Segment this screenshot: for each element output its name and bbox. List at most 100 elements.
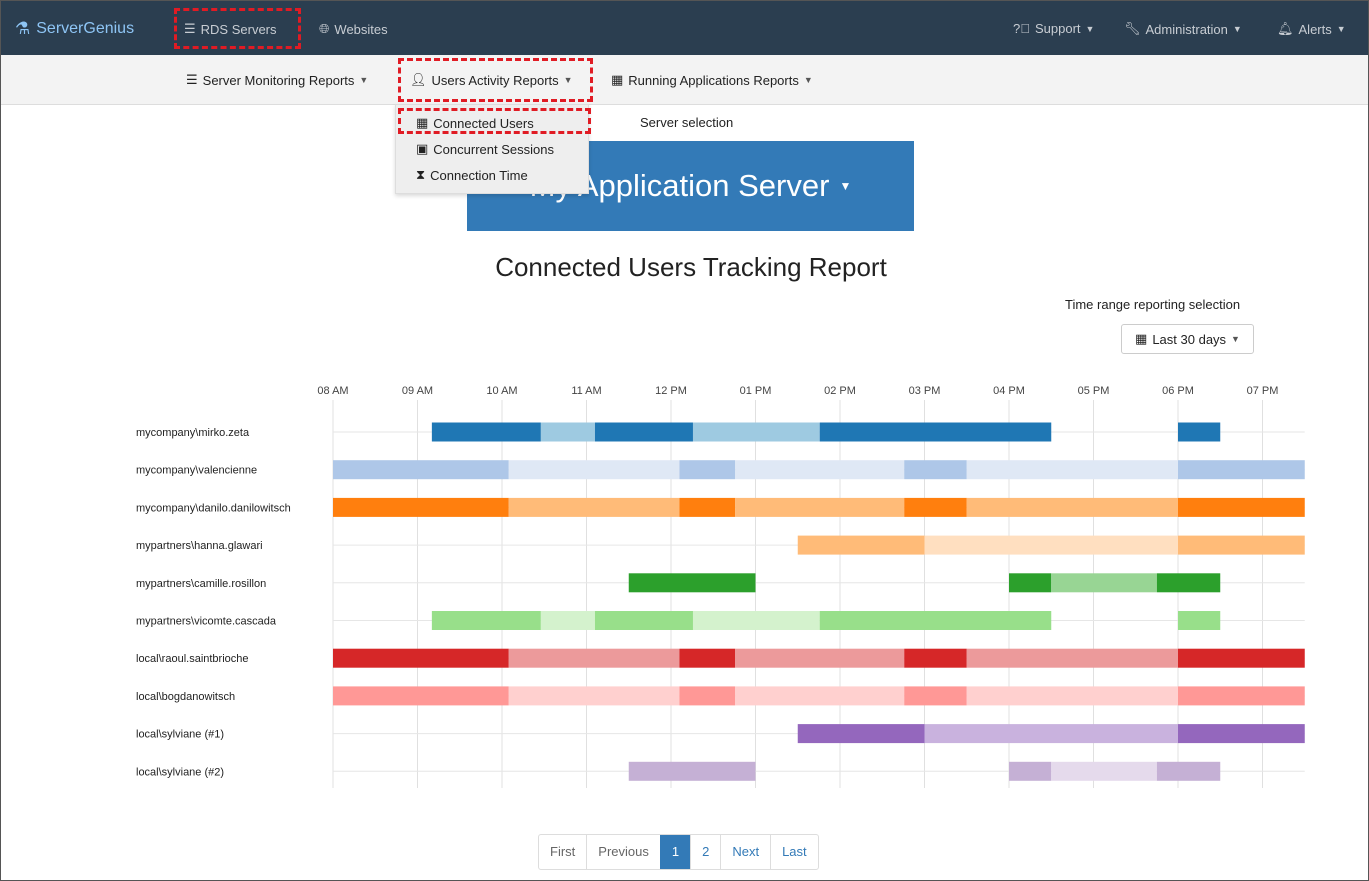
hour-tick-label: 11 AM xyxy=(571,385,601,397)
dropdown-item-label: Connection Time xyxy=(430,167,528,183)
highlight-connected-users xyxy=(398,108,591,134)
session-bar[interactable] xyxy=(594,422,693,442)
session-bar[interactable] xyxy=(679,686,736,706)
session-bar[interactable] xyxy=(1051,573,1157,593)
session-bar[interactable] xyxy=(1178,422,1221,442)
menu-running-applications-reports[interactable]: ▦ Running Applications Reports ▼ xyxy=(611,72,813,88)
session-bar[interactable] xyxy=(508,686,680,706)
hour-tick-label: 08 AM xyxy=(317,385,348,397)
highlight-rds-servers xyxy=(174,8,301,49)
session-bar[interactable] xyxy=(540,611,595,630)
session-bar[interactable] xyxy=(735,497,905,517)
page-1-button[interactable]: 1 xyxy=(659,835,691,869)
nav-support[interactable]: ?⃝ Support ▼ xyxy=(1013,21,1094,36)
session-bar[interactable] xyxy=(904,460,967,480)
user-label: mycompany\valencienne xyxy=(136,465,257,477)
caret-down-icon: ▼ xyxy=(1085,23,1095,34)
session-bar[interactable] xyxy=(1178,724,1305,744)
session-bar[interactable] xyxy=(333,460,509,480)
session-bar[interactable] xyxy=(679,648,736,668)
session-bar[interactable] xyxy=(966,686,1178,706)
brand[interactable]: ⚗ ServerGenius xyxy=(15,19,134,39)
server-selection-label: Server selection xyxy=(640,115,734,130)
session-bar[interactable] xyxy=(966,648,1178,668)
session-bar[interactable] xyxy=(508,497,680,517)
session-bar[interactable] xyxy=(508,648,680,668)
hourglass-icon: ⧗ xyxy=(416,167,426,182)
time-range-button[interactable]: ▦ Last 30 days ▼ xyxy=(1121,324,1254,354)
session-bar[interactable] xyxy=(904,648,967,668)
session-bar[interactable] xyxy=(1178,686,1305,706)
brand-label: ServerGenius xyxy=(36,20,135,37)
session-bar[interactable] xyxy=(904,686,967,706)
session-bar[interactable] xyxy=(628,573,756,593)
session-bar[interactable] xyxy=(1009,761,1052,781)
session-bar[interactable] xyxy=(333,648,509,668)
page-last-button[interactable]: Last xyxy=(770,835,818,869)
session-bar[interactable] xyxy=(692,611,820,630)
caret-down-icon: ▼ xyxy=(1336,24,1346,34)
session-bar[interactable] xyxy=(628,761,756,781)
caret-down-icon: ▼ xyxy=(1232,24,1242,34)
pagination: First Previous 1 2 Next Last xyxy=(538,834,819,870)
hour-tick-label: 07 PM xyxy=(1247,385,1279,397)
session-bar[interactable] xyxy=(692,422,820,442)
calendar-icon: ▦ xyxy=(1135,331,1148,346)
session-bar[interactable] xyxy=(819,422,1052,442)
session-bar[interactable] xyxy=(1178,648,1305,668)
page-previous-button[interactable]: Previous xyxy=(586,835,660,869)
nav-websites[interactable]: 🌐︎ Websites xyxy=(319,21,388,37)
user-label: mypartners\camille.rosillon xyxy=(136,578,266,590)
session-bar[interactable] xyxy=(594,611,693,630)
session-bar[interactable] xyxy=(1156,761,1221,781)
menu-server-monitoring-reports[interactable]: ☰ Server Monitoring Reports ▼ xyxy=(186,72,368,88)
session-bar[interactable] xyxy=(333,686,509,706)
caret-down-icon: ▼ xyxy=(803,75,813,85)
session-bar[interactable] xyxy=(819,611,1052,630)
user-label: local\raoul.saintbrioche xyxy=(136,653,249,665)
session-bar[interactable] xyxy=(797,535,925,555)
globe-icon: 🌐︎ xyxy=(319,21,330,36)
reports-subnav: ☰ Server Monitoring Reports ▼ 👤︎ Users A… xyxy=(1,55,1368,105)
hour-tick-label: 12 PM xyxy=(655,385,687,397)
session-bar[interactable] xyxy=(431,422,541,442)
menu-server-monitoring-label: Server Monitoring Reports xyxy=(202,72,355,88)
nav-support-label: Support xyxy=(1034,21,1081,36)
session-bar[interactable] xyxy=(431,611,541,630)
session-bar[interactable] xyxy=(1156,573,1221,593)
page-2-button[interactable]: 2 xyxy=(690,835,720,869)
users-timeline-chart: 08 AM 09 AM 10 AM 11 AM 12 PM 01 PM 02 PM 03 PM… xyxy=(136,385,1305,788)
session-bar[interactable] xyxy=(333,497,509,517)
hour-tick-label: 02 PM xyxy=(824,385,856,397)
session-bar[interactable] xyxy=(924,535,1179,555)
page-next-button[interactable]: Next xyxy=(720,835,770,869)
session-bar[interactable] xyxy=(508,460,680,480)
session-bar[interactable] xyxy=(735,686,905,706)
session-bar[interactable] xyxy=(966,497,1178,517)
session-bar[interactable] xyxy=(1178,497,1305,517)
user-label: local\sylviane (#2) xyxy=(136,766,224,778)
nav-administration[interactable]: 🔧︎ Administration ▼ xyxy=(1124,21,1242,37)
user-label: mycompany\mirko.zeta xyxy=(136,427,250,439)
user-label: mypartners\vicomte.cascada xyxy=(136,616,277,628)
session-bar[interactable] xyxy=(735,648,905,668)
session-bar[interactable] xyxy=(1178,535,1305,555)
session-bar[interactable] xyxy=(540,422,595,442)
session-bar[interactable] xyxy=(1009,573,1052,593)
session-bar[interactable] xyxy=(924,724,1179,744)
session-bar[interactable] xyxy=(679,497,736,517)
hour-tick-label: 10 AM xyxy=(486,385,517,397)
session-bar[interactable] xyxy=(679,460,736,480)
session-bar[interactable] xyxy=(1051,761,1157,781)
caret-down-icon: ▼ xyxy=(1231,334,1240,344)
nav-alerts[interactable]: 🔔︎ Alerts ▼ xyxy=(1277,21,1346,37)
session-bar[interactable] xyxy=(797,724,925,744)
dropdown-item-connection-time[interactable]: ⧗ Connection Time xyxy=(416,167,528,183)
dropdown-item-concurrent-sessions[interactable]: ▣ Concurrent Sessions xyxy=(416,141,554,157)
session-bar[interactable] xyxy=(1178,460,1305,480)
session-bar[interactable] xyxy=(904,497,967,517)
session-bar[interactable] xyxy=(735,460,905,480)
session-bar[interactable] xyxy=(1178,611,1221,630)
page-first-button[interactable]: First xyxy=(539,835,586,869)
session-bar[interactable] xyxy=(966,460,1178,480)
